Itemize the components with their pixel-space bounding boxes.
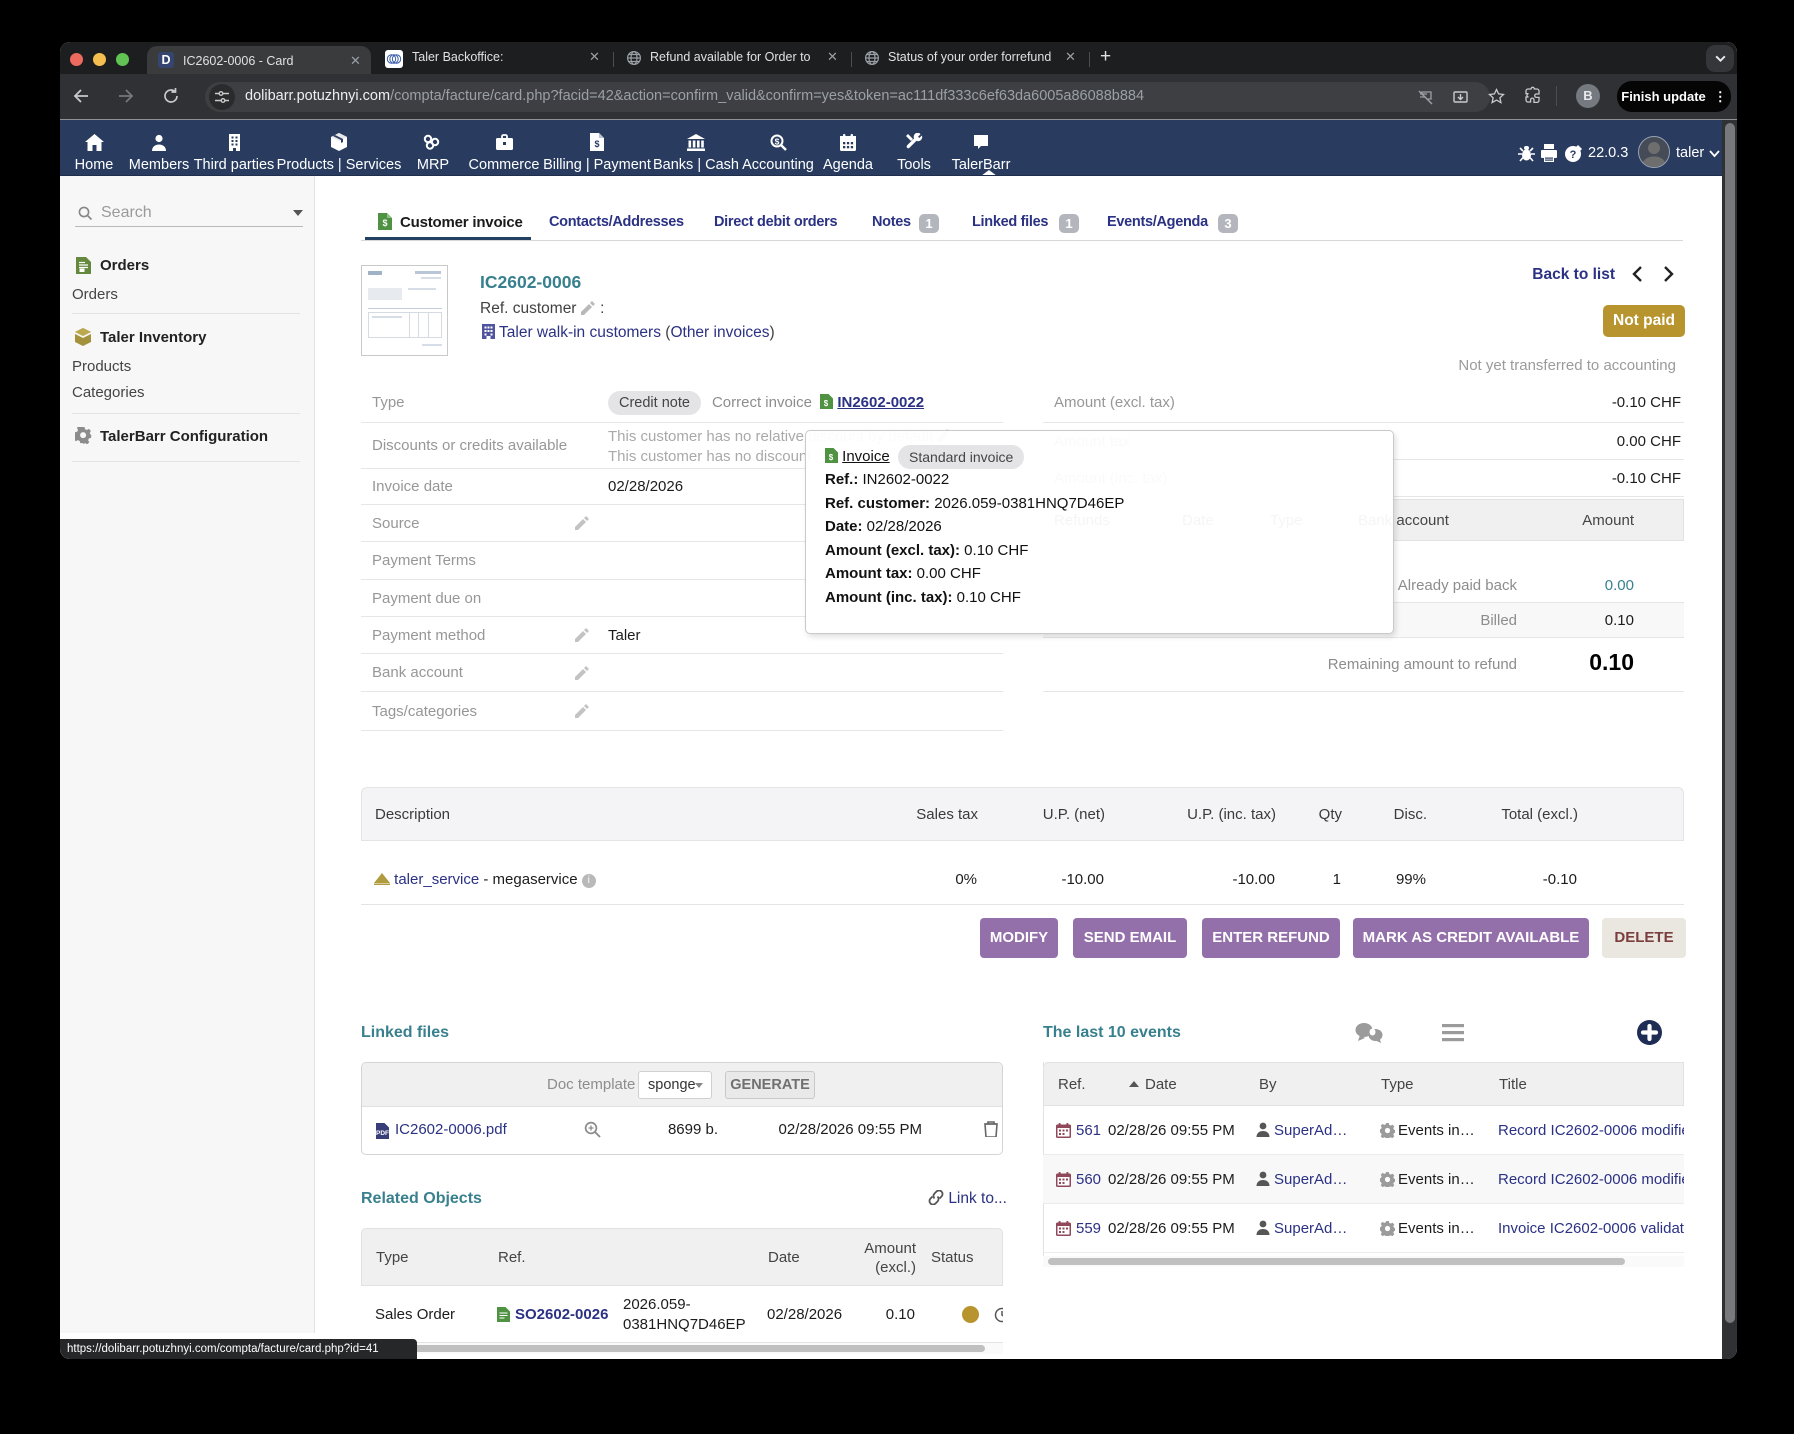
svg-text:$: $	[774, 136, 779, 146]
svg-text:?: ?	[1570, 149, 1577, 161]
svg-text:$: $	[824, 399, 829, 408]
svg-text:$: $	[382, 218, 387, 228]
svg-text:$: $	[594, 139, 599, 149]
svg-text:$: $	[829, 453, 834, 462]
svg-text:PDF: PDF	[376, 1130, 389, 1137]
